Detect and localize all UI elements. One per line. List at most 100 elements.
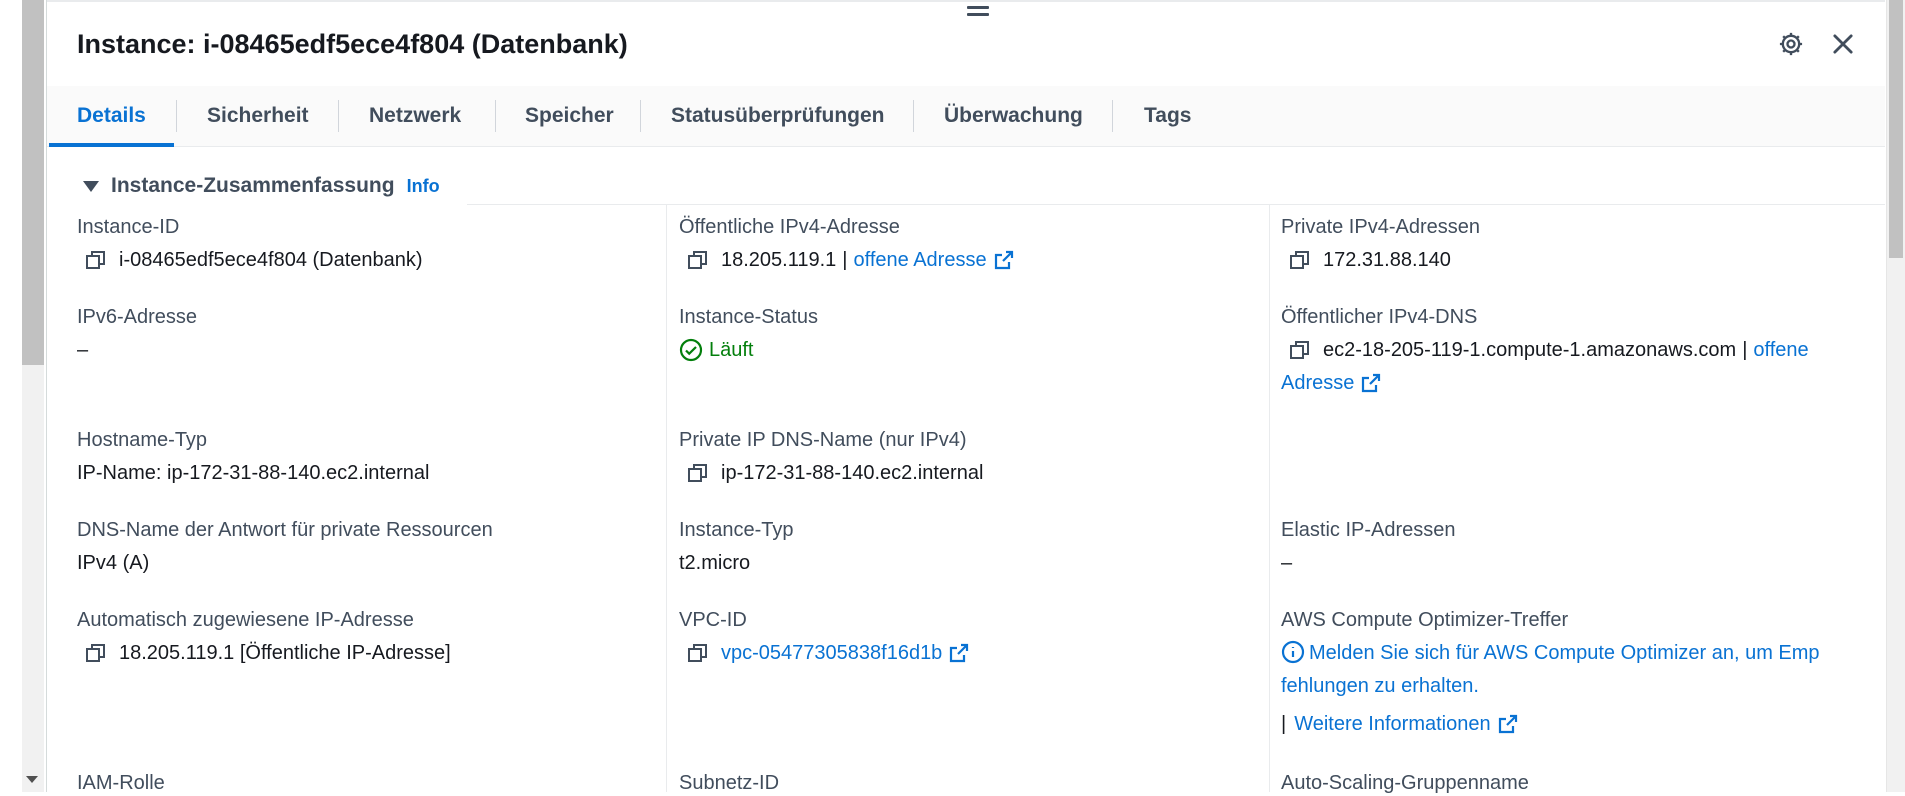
section-title: Instance-Zusammenfassung <box>111 174 395 197</box>
field-auto-ip: Automatisch zugewiesene IP-Adresse 18.20… <box>77 607 657 666</box>
tab-divider <box>338 100 339 132</box>
field-iam-role: IAM-Rolle <box>77 770 657 796</box>
tab-bar: Details Sicherheit Netzwerk Speicher Sta… <box>47 86 1885 147</box>
tab-tags[interactable]: Tags <box>1144 86 1191 146</box>
section-divider <box>467 204 1885 205</box>
field-vpc-id: VPC-ID vpc-05477305838f16d1b <box>679 607 1259 666</box>
label-hostname-type: Hostname-Typ <box>77 429 208 451</box>
column-divider <box>1269 205 1270 792</box>
status-ok-icon <box>679 338 703 362</box>
left-scrollbar-thumb[interactable] <box>22 0 44 365</box>
collapse-caret-icon[interactable] <box>83 180 99 192</box>
tab-details[interactable]: Details <box>49 86 174 147</box>
external-link-icon[interactable] <box>948 642 970 664</box>
label-subnet-id: Subnetz-ID <box>679 772 780 794</box>
label-auto-ip: Automatisch zugewiesene IP-Adresse <box>77 609 414 631</box>
page-title: Instance: i-08465edf5ece4f804 (Datenbank… <box>77 29 628 59</box>
copy-icon[interactable] <box>687 462 709 484</box>
value-instance-type: t2.micro <box>679 552 751 574</box>
optimizer-signup-link[interactable]: Melden Sie sich für AWS Compute Optimize… <box>1281 637 1881 703</box>
value-auto-ip: 18.205.119.1 [Öffentliche IP-Adresse] <box>119 642 451 664</box>
label-private-ipv4: Private IPv4-Adressen <box>1281 216 1480 238</box>
copy-icon[interactable] <box>1289 249 1311 271</box>
column-divider <box>666 205 667 792</box>
separator: | <box>1742 339 1748 361</box>
field-public-dns: Öffentlicher IPv4-DNS ec2-18-205-119-1.c… <box>1281 304 1881 396</box>
tab-divider <box>913 100 914 132</box>
label-asg-name: Auto-Scaling-Gruppenname <box>1281 772 1529 794</box>
value-hostname-type: IP-Name: ip-172-31-88-140.ec2.internal <box>77 462 430 484</box>
value-answer-dns: IPv4 (A) <box>77 552 150 574</box>
separator: | <box>1281 713 1287 735</box>
copy-icon[interactable] <box>85 249 107 271</box>
value-instance-id: i-08465edf5ece4f804 (Datenbank) <box>119 249 423 271</box>
external-link-icon[interactable] <box>1360 372 1382 394</box>
copy-icon[interactable] <box>687 249 709 271</box>
section-header: Instance-Zusammenfassung Info <box>83 172 440 200</box>
open-address-link[interactable]: offene Adresse <box>854 247 987 273</box>
field-public-ipv4: Öffentliche IPv4-Adresse 18.205.119.1 | … <box>679 214 1259 273</box>
instance-details-panel: Instance: i-08465edf5ece4f804 (Datenbank… <box>47 0 1885 794</box>
more-info-link[interactable]: Weitere Informationen <box>1294 711 1490 737</box>
optimizer-text-line2: fehlungen zu erhalten. <box>1281 675 1479 697</box>
value-elastic-ip: – <box>1281 552 1293 574</box>
label-public-ipv4: Öffentliche IPv4-Adresse <box>679 216 900 238</box>
info-circle-icon <box>1281 640 1305 664</box>
label-private-dns: Private IP DNS-Name (nur IPv4) <box>679 429 967 451</box>
right-scrollbar-thumb[interactable] <box>1889 0 1903 258</box>
copy-icon[interactable] <box>1289 339 1311 361</box>
label-answer-dns: DNS-Name der Antwort für private Ressour… <box>77 519 493 541</box>
scroll-down-arrow-icon[interactable] <box>26 776 38 783</box>
value-instance-state: Läuft <box>709 339 754 361</box>
tab-monitoring[interactable]: Überwachung <box>944 86 1083 146</box>
label-public-dns: Öffentlicher IPv4-DNS <box>1281 306 1478 328</box>
field-instance-state: Instance-Status Läuft <box>679 304 1259 363</box>
tab-divider <box>1112 100 1113 132</box>
close-icon <box>1833 34 1853 54</box>
field-private-ipv4: Private IPv4-Adressen 172.31.88.140 <box>1281 214 1861 273</box>
label-iam-role: IAM-Rolle <box>77 772 165 794</box>
field-asg-name: Auto-Scaling-Gruppenname <box>1281 770 1861 796</box>
field-compute-optimizer: AWS Compute Optimizer-Treffer Melden Sie… <box>1281 607 1881 737</box>
field-answer-dns: DNS-Name der Antwort für private Ressour… <box>77 517 657 576</box>
field-instance-id: Instance-ID i-08465edf5ece4f804 (Datenba… <box>77 214 657 273</box>
field-subnet-id: Subnetz-ID <box>679 770 1259 796</box>
copy-icon[interactable] <box>85 642 107 664</box>
close-button[interactable] <box>1827 28 1859 60</box>
value-ipv6: – <box>77 339 89 361</box>
value-private-dns: ip-172-31-88-140.ec2.internal <box>721 462 984 484</box>
label-vpc-id: VPC-ID <box>679 609 747 631</box>
label-instance-type: Instance-Typ <box>679 519 794 541</box>
copy-icon[interactable] <box>687 642 709 664</box>
label-instance-id: Instance-ID <box>77 216 180 238</box>
tab-divider <box>640 100 641 132</box>
tab-storage[interactable]: Speicher <box>525 86 614 146</box>
label-ipv6: IPv6-Adresse <box>77 306 198 328</box>
label-elastic-ip: Elastic IP-Adressen <box>1281 519 1456 541</box>
external-link-icon[interactable] <box>1497 713 1519 735</box>
field-elastic-ip: Elastic IP-Adressen – <box>1281 517 1861 576</box>
vpc-id-link[interactable]: vpc-05477305838f16d1b <box>721 640 942 666</box>
separator: | <box>842 249 848 271</box>
value-public-dns: ec2-18-205-119-1.compute-1.amazonaws.com <box>1323 339 1737 361</box>
tab-divider <box>176 100 177 132</box>
info-link[interactable]: Info <box>407 176 440 197</box>
open-address-link[interactable]: offene <box>1753 337 1808 363</box>
value-private-ipv4: 172.31.88.140 <box>1323 249 1451 271</box>
field-hostname-type: Hostname-Typ IP-Name: ip-172-31-88-140.e… <box>77 427 657 486</box>
tab-status-checks[interactable]: Statusüberprüfungen <box>671 86 885 146</box>
open-address-link-continued[interactable]: Adresse <box>1281 370 1354 396</box>
label-compute-optimizer: AWS Compute Optimizer-Treffer <box>1281 609 1569 631</box>
gear-icon <box>1779 32 1803 56</box>
tab-security[interactable]: Sicherheit <box>207 86 309 146</box>
tab-divider <box>495 100 496 132</box>
optimizer-text-line1: Melden Sie sich für AWS Compute Optimize… <box>1309 642 1820 664</box>
field-ipv6: IPv6-Adresse – <box>77 304 657 363</box>
tab-network[interactable]: Netzwerk <box>369 86 461 146</box>
field-instance-type: Instance-Typ t2.micro <box>679 517 1259 576</box>
settings-button[interactable] <box>1775 28 1807 60</box>
field-private-dns: Private IP DNS-Name (nur IPv4) ip-172-31… <box>679 427 1259 486</box>
panel-header: Instance: i-08465edf5ece4f804 (Datenbank… <box>47 0 1885 88</box>
external-link-icon[interactable] <box>993 249 1015 271</box>
label-instance-state: Instance-Status <box>679 306 818 328</box>
